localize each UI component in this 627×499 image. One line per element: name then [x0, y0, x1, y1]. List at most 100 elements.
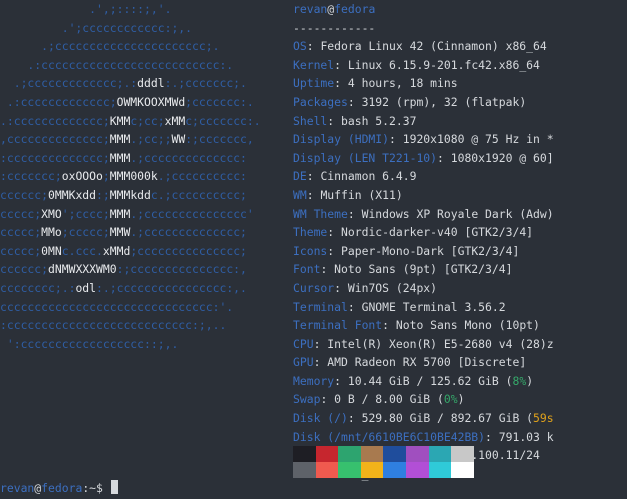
info-tail: ): [526, 373, 534, 388]
info-value: 529.80 GiB / 892.67 GiB (: [361, 411, 534, 426]
logo-line: .:ccccccccccccc;OWMKOOXMWd;ccccccc:.: [0, 94, 254, 109]
palette-swatch: [338, 462, 361, 478]
prompt-user: revan: [0, 481, 35, 495]
info-row: GPU: AMD Radeon RX 5700 [Discrete]: [293, 355, 527, 370]
info-row: Display (HDMI): 1920x1080 @ 75 Hz in *: [293, 132, 554, 147]
info-key: Packages: [293, 94, 348, 109]
info-value: Win7OS (24px): [347, 280, 438, 295]
info-value: Windows XP Royale Dark (Adw): [361, 206, 554, 221]
prompt-path: :~$: [82, 481, 110, 495]
logo-line: .;ccccccccccccc;.:dddl:.;ccccccc;.: [0, 76, 247, 91]
info-value: GNOME Terminal 3.56.2: [361, 299, 506, 314]
logo-line: .:cccccccccccccccccccccccccc:.: [0, 57, 234, 72]
info-key: DE: [293, 169, 307, 184]
info-key: CPU: [293, 336, 314, 351]
info-value: 3192 (rpm), 32 (flatpak): [361, 94, 527, 109]
palette-swatch: [338, 446, 361, 462]
logo-line: ccccc;XMO';cccc;MMM.;ccccccccccccccc': [0, 206, 254, 221]
info-key: WM Theme: [293, 206, 348, 221]
info-value: Nordic-darker-v40 [GTK2/3/4]: [341, 225, 534, 240]
logo-line: ccccc;0MNc.ccc.xMMd;ccccccccccccccc;: [0, 243, 247, 258]
info-key: Display (LEN T221-10): [293, 150, 438, 165]
info-row: Swap: 0 B / 8.00 GiB (0%): [293, 392, 465, 407]
info-row: Disk (/mnt/6610BE6C10BE42BB): 791.03 k: [293, 429, 554, 444]
info-header: revan@fedora: [293, 0, 627, 19]
info-key: GPU: [293, 355, 314, 370]
palette-swatch: [315, 462, 339, 478]
info-row: WM: Muffin (X11): [293, 187, 403, 202]
info-value: Linux 6.15.9-201.fc42.x86_64: [347, 57, 540, 72]
shell-prompt[interactable]: revan@fedora:~$: [0, 479, 118, 498]
terminal-window[interactable]: .',;::::;,'. .';cccccccccccc:;,. .;ccccc…: [0, 0, 627, 499]
info-row: Terminal Font: Noto Sans Mono (10pt): [293, 318, 540, 333]
info-row: Font: Noto Sans (9pt) [GTK2/3/4]: [293, 262, 513, 277]
info-value: 1920x1080 @ 75 Hz in *: [402, 132, 554, 147]
logo-line: cccccc;dNMWXXXWM0:;ccccccccccccccc:,: [0, 262, 247, 277]
logo-line: ':cccccccccccccccccc::;,.: [0, 336, 179, 351]
info-highlight: 0%: [443, 392, 458, 407]
info-value: Noto Sans Mono (10pt): [395, 318, 540, 333]
info-value: 1080x1920 @ 60]: [450, 150, 554, 165]
palette-swatch: [405, 462, 429, 478]
info-key: Disk (/): [293, 411, 348, 426]
logo-line: :ccccccc;oxOOOo;MMM000k.;cccccccccc:: [0, 169, 247, 184]
info-row: WM Theme: Windows XP Royale Dark (Adw): [293, 206, 554, 221]
info-row: Kernel: Linux 6.15.9-201.fc42.x86_64: [293, 57, 540, 72]
info-value: 4 hours, 18 mins: [347, 76, 458, 91]
palette-bright-row: [293, 462, 474, 478]
palette-swatch: [360, 462, 384, 478]
info-key: Font: [293, 262, 321, 277]
info-row: Uptime: 4 hours, 18 mins: [293, 76, 458, 91]
info-row: OS: Fedora Linux 42 (Cinnamon) x86_64: [293, 39, 547, 54]
info-key: WM: [293, 187, 307, 202]
info-row: DE: Cinnamon 6.4.9: [293, 169, 417, 184]
info-row: Icons: Paper-Mono-Dark [GTK2/3/4]: [293, 243, 520, 258]
logo-line: ,cccccccccccccc;MMM.;cc;;WW:;ccccccc,: [0, 132, 254, 147]
info-key: Cursor: [293, 280, 335, 295]
info-value: Muffin (X11): [320, 187, 403, 202]
palette-swatch: [360, 446, 384, 462]
info-value: Noto Sans (9pt) [GTK2/3/4]: [334, 262, 513, 277]
header-host: fedora: [334, 2, 376, 16]
info-key: Kernel: [293, 57, 335, 72]
info-rows: OS: Fedora Linux 42 (Cinnamon) x86_64 Ker…: [293, 37, 627, 483]
info-row: Display (LEN T221-10): 1080x1920 @ 60]: [293, 150, 554, 165]
logo-line: ccccccccccccccccccccccccccccccc:'.: [0, 299, 234, 314]
info-value: bash 5.2.37: [341, 113, 417, 128]
palette-swatch: [293, 446, 316, 462]
info-key: Memory: [293, 373, 335, 388]
palette-swatch: [383, 462, 406, 478]
palette-swatch: [428, 462, 452, 478]
info-value: 10.44 GiB / 125.62 GiB (: [347, 373, 513, 388]
color-palette: [293, 446, 474, 478]
logo-line: cccccc;0MMKxdd:;MMMkddc.;cccccccccc;: [0, 187, 247, 202]
info-key: Shell: [293, 113, 328, 128]
info-row: Cursor: Win7OS (24px): [293, 280, 438, 295]
logo-line: :ccccccccccccccccccccccccccc:;,..: [0, 318, 227, 333]
logo-line: ccccc;MMo;ccccc;MMW.;cccccccccccccc;: [0, 225, 247, 240]
info-row: Theme: Nordic-darker-v40 [GTK2/3/4]: [293, 225, 534, 240]
logo-line: .';cccccccccccc:;,.: [0, 20, 193, 35]
info-value: AMD Radeon RX 5700 [Discrete]: [327, 355, 527, 370]
info-key: Swap: [293, 392, 321, 407]
fedora-ascii-logo: .',;::::;,'. .';cccccccccccc:;,. .;ccccc…: [0, 0, 290, 353]
logo-line: cccccccc;.:odl:.;cccccccccccccccc:,.: [0, 280, 247, 295]
info-key: Theme: [293, 225, 328, 240]
header-user: revan: [293, 2, 328, 16]
info-row: Memory: 10.44 GiB / 125.62 GiB (8%): [293, 373, 534, 388]
palette-swatch: [428, 446, 452, 462]
palette-swatch: [383, 446, 406, 462]
info-value: Cinnamon 6.4.9: [320, 169, 417, 184]
info-value: Intel(R) Xeon(R) E5-2680 v4 (28)z: [327, 336, 554, 351]
info-highlight: 59s: [533, 411, 554, 426]
text-cursor: [110, 480, 118, 494]
info-value: Fedora Linux 42 (Cinnamon) x86_64: [320, 39, 547, 54]
info-row: Packages: 3192 (rpm), 32 (flatpak): [293, 94, 527, 109]
info-tail: ): [457, 392, 465, 407]
info-row: Disk (/): 529.80 GiB / 892.67 GiB (59s: [293, 411, 554, 426]
info-key: OS: [293, 39, 307, 54]
palette-swatch: [405, 446, 429, 462]
info-row: CPU: Intel(R) Xeon(R) E5-2680 v4 (28)z: [293, 336, 554, 351]
system-info-panel: revan@fedora ------------ OS: Fedora Lin…: [293, 0, 627, 483]
info-key: Disk (/mnt/6610BE6C10BE42BB): [293, 429, 486, 444]
